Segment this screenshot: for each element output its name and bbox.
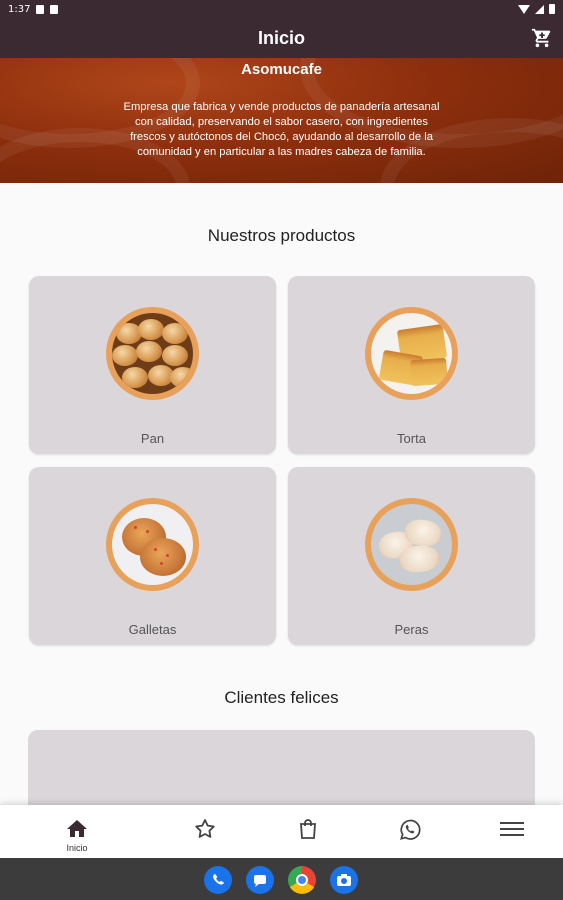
product-card-torta[interactable]: Torta [288,276,535,454]
bottom-navigation: Inicio [0,805,563,858]
product-image-frame [365,498,458,591]
nav-item-favorites[interactable] [155,805,255,858]
sim-icon [50,4,59,14]
messages-icon[interactable] [246,866,274,894]
chrome-icon[interactable] [288,866,316,894]
cake-image [371,313,452,394]
bread-rolls-image [112,313,193,394]
product-card-pan[interactable]: Pan [29,276,276,454]
products-section-title: Nuestros productos [207,226,356,245]
phone-icon[interactable] [204,866,232,894]
app-bar: Inicio [0,18,563,58]
hero-title: Asomucafe [241,61,322,78]
testimonial-card[interactable] [28,730,535,810]
product-label: Torta [397,431,426,446]
product-card-galletas[interactable]: Galletas [29,467,276,645]
product-label: Peras [394,622,429,637]
pear-bread-image [371,504,452,585]
notification-icon [36,4,45,14]
product-label: Pan [140,431,165,446]
product-label: Galletas [128,622,177,637]
cookies-image [112,504,193,585]
product-image-frame [106,307,199,400]
camera-icon[interactable] [330,866,358,894]
page-title: Inicio [257,27,305,48]
status-time: 1:37 [8,3,31,15]
nav-item-label: Inicio [66,843,88,853]
status-bar: 1:37 [0,0,563,18]
hero-description: Empresa que fabrica y vende productos de… [123,101,440,158]
cart-icon[interactable] [531,27,553,49]
star-icon [195,819,215,838]
product-image-frame [106,498,199,591]
hero-banner: Asomucafe Empresa que fabrica y vende pr… [0,58,563,183]
whatsapp-icon [400,819,421,840]
menu-icon [500,822,524,836]
nav-item-orders[interactable] [258,805,358,858]
battery-icon [549,4,555,14]
shopping-bag-icon [300,819,316,839]
nav-item-menu[interactable] [461,805,561,858]
nav-item-whatsapp[interactable] [359,805,459,858]
testimonials-section-title: Clientes felices [224,688,339,707]
signal-icon [535,4,544,14]
wifi-icon [518,4,530,14]
system-dock [0,858,563,900]
product-image-frame [365,307,458,400]
product-card-peras[interactable]: Peras [288,467,535,645]
home-icon [67,820,87,837]
nav-item-inicio[interactable]: Inicio [27,805,127,858]
